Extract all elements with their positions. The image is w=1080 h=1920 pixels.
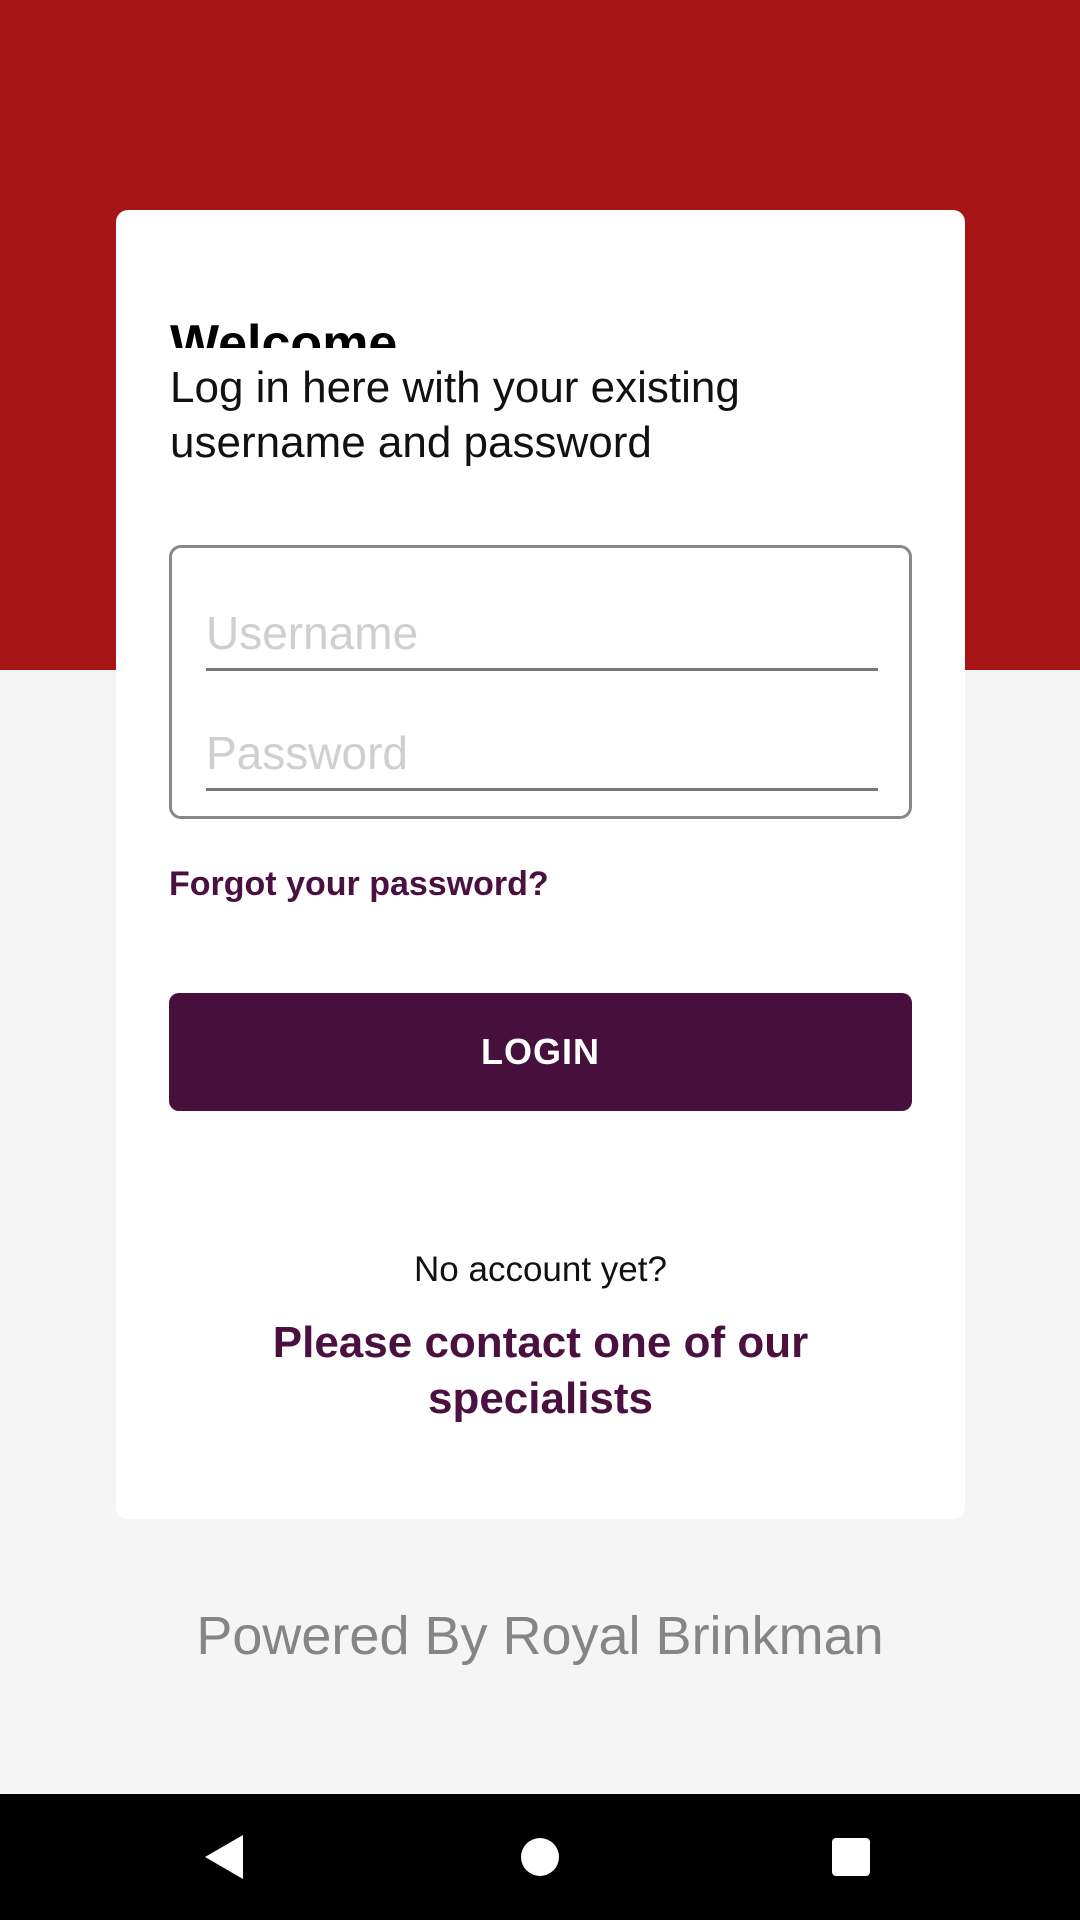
no-account-text: No account yet? (414, 1250, 667, 1289)
login-subtitle: Log in here with your existing username … (170, 363, 740, 467)
nav-back-button[interactable] (144, 1794, 304, 1920)
login-card: Welcome Log in here with your existing u… (116, 210, 965, 1519)
home-circle-icon (521, 1838, 559, 1876)
recents-square-icon (832, 1838, 870, 1876)
nav-home-button[interactable] (460, 1794, 620, 1920)
forgot-password-link[interactable]: Forgot your password? (169, 865, 549, 904)
system-navigation-bar (0, 1794, 1080, 1920)
welcome-heading: Welcome (170, 315, 398, 348)
login-button[interactable]: LOGIN (169, 993, 912, 1111)
username-input[interactable] (206, 598, 878, 668)
username-field-container (206, 598, 878, 671)
contact-specialists-link[interactable]: Please contact one of our specialists (216, 1315, 865, 1427)
powered-by-text: Powered By Royal Brinkman (196, 1606, 884, 1666)
password-field-container (206, 718, 878, 791)
nav-recents-button[interactable] (771, 1794, 931, 1920)
welcome-heading-container: Welcome (170, 302, 770, 348)
credentials-box (169, 545, 912, 819)
password-input[interactable] (206, 718, 878, 788)
back-triangle-icon (205, 1835, 243, 1879)
